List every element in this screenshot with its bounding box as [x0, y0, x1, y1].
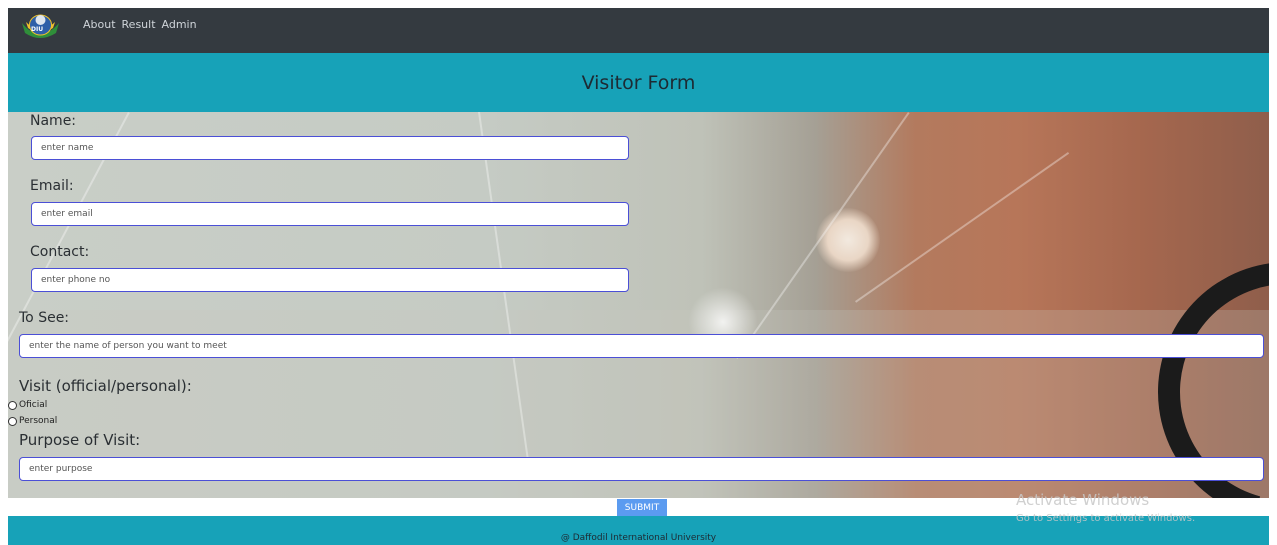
nav-link-admin[interactable]: Admin [162, 18, 197, 31]
page: DIU About Result Admin Visitor Form Name… [8, 8, 1269, 545]
to-see-input[interactable] [19, 334, 1264, 358]
background-streak [855, 152, 1070, 303]
name-input[interactable] [31, 136, 629, 160]
footer-copyright: @ Daffodil International University [560, 533, 717, 543]
background-image [8, 112, 1269, 498]
nav-link-about[interactable]: About [83, 18, 116, 31]
form-header: Visitor Form [8, 53, 1269, 112]
background-light-glow [816, 208, 880, 272]
diu-logo-icon[interactable]: DIU [20, 11, 61, 41]
page-title: Visitor Form [581, 71, 696, 94]
to-see-label: To See: [19, 310, 70, 326]
activate-windows-title: Activate Windows [1016, 491, 1150, 509]
radio-official-label: Oficial [19, 400, 48, 410]
purpose-input[interactable] [19, 457, 1264, 481]
radio-personal-row: Personal [8, 416, 57, 426]
radio-personal[interactable] [8, 416, 17, 426]
email-label: Email: [30, 178, 74, 194]
radio-official-row: Oficial [8, 400, 47, 410]
contact-label: Contact: [30, 244, 90, 260]
email-input[interactable] [31, 202, 629, 226]
navbar: DIU About Result Admin [8, 8, 1269, 53]
radio-personal-label: Personal [19, 416, 58, 426]
name-label: Name: [30, 113, 77, 129]
purpose-label: Purpose of Visit: [19, 431, 141, 449]
nav-links: About Result Admin [83, 18, 197, 31]
radio-official[interactable] [8, 400, 17, 410]
svg-text:DIU: DIU [31, 26, 43, 33]
nav-link-result[interactable]: Result [122, 18, 156, 31]
submit-button[interactable]: SUBMIT [617, 499, 667, 516]
activate-windows-subtitle: Go to Settings to activate Windows. [1016, 513, 1196, 524]
contact-input[interactable] [31, 268, 629, 292]
visit-type-label: Visit (official/personal): [19, 377, 192, 395]
